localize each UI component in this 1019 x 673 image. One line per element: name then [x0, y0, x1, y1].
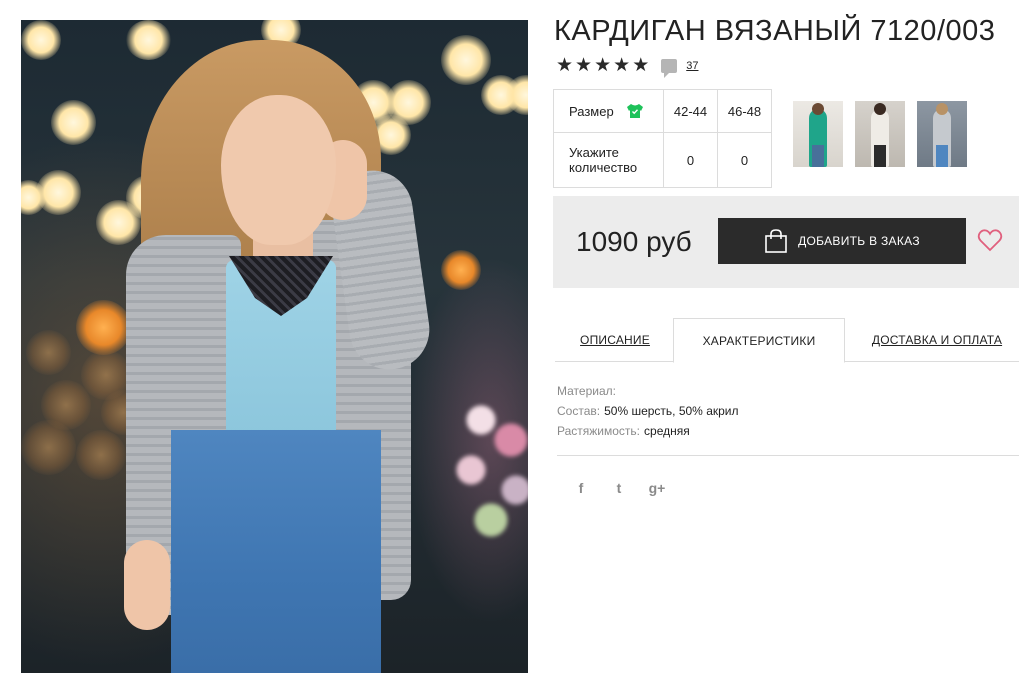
size-label: Размер — [569, 103, 614, 119]
twitter-icon[interactable]: t — [609, 480, 629, 496]
star-icon[interactable]: ★ — [556, 56, 573, 76]
quantity-input-0[interactable]: 0 — [663, 132, 718, 188]
product-main-photo[interactable] — [21, 20, 528, 673]
spec-stretch: Растяжимость: средняя — [557, 424, 690, 438]
divider — [557, 455, 1019, 456]
comment-icon — [661, 59, 678, 78]
facebook-icon[interactable]: f — [571, 480, 591, 496]
add-to-order-button[interactable]: ДОБАВИТЬ В ЗАКАЗ — [718, 218, 966, 264]
star-icon[interactable]: ★ — [594, 56, 611, 76]
star-icon[interactable]: ★ — [632, 56, 649, 76]
size-option-1[interactable]: 46-48 — [717, 89, 772, 133]
spec-composition: Состав: 50% шерсть, 50% акрил — [557, 404, 739, 418]
quantity-label: Укажите количество — [569, 145, 638, 175]
thumbnail-grey[interactable] — [917, 101, 967, 167]
star-icon[interactable]: ★ — [613, 56, 630, 76]
product-title: КАРДИГАН ВЯЗАНЫЙ 7120/003 — [554, 15, 996, 47]
spec-material: Материал: — [557, 384, 616, 398]
heart-icon[interactable] — [977, 228, 1003, 252]
product-rating: ★ ★ ★ ★ ★ 37 — [556, 56, 698, 78]
add-to-order-label: ДОБАВИТЬ В ЗАКАЗ — [798, 234, 920, 248]
tshirt-icon[interactable] — [626, 103, 644, 119]
price-bar: 1090 руб ДОБАВИТЬ В ЗАКАЗ — [553, 196, 1019, 288]
size-option-0[interactable]: 42-44 — [663, 89, 718, 133]
quantity-label-cell: Укажите количество — [553, 132, 664, 188]
tab-delivery-payment[interactable]: ДОСТАВКА И ОПЛАТА — [855, 318, 1019, 362]
rating-stars[interactable]: ★ ★ ★ ★ ★ — [556, 56, 649, 76]
tab-description[interactable]: ОПИСАНИЕ — [555, 318, 675, 362]
product-price: 1090 руб — [576, 226, 692, 257]
thumbnail-green[interactable] — [793, 101, 843, 167]
shopping-bag-icon — [765, 229, 787, 253]
quantity-input-1[interactable]: 0 — [717, 132, 772, 188]
star-icon[interactable]: ★ — [575, 56, 592, 76]
size-label-cell: Размер — [553, 89, 664, 133]
size-quantity-table: Размер 42-44 46-48 Укажите количество 0 … — [553, 89, 772, 188]
product-specs: Материал: Состав: 50% шерсть, 50% акрил Р… — [557, 381, 739, 441]
product-tabs: ОПИСАНИЕ ХАРАКТЕРИСТИКИ ДОСТАВКА И ОПЛАТ… — [555, 318, 1019, 363]
review-count-link[interactable]: 37 — [686, 60, 698, 72]
tab-characteristics[interactable]: ХАРАКТЕРИСТИКИ — [673, 318, 845, 363]
google-plus-icon[interactable]: g+ — [647, 480, 667, 496]
social-share: f t g+ — [571, 480, 667, 496]
thumbnail-white[interactable] — [855, 101, 905, 167]
